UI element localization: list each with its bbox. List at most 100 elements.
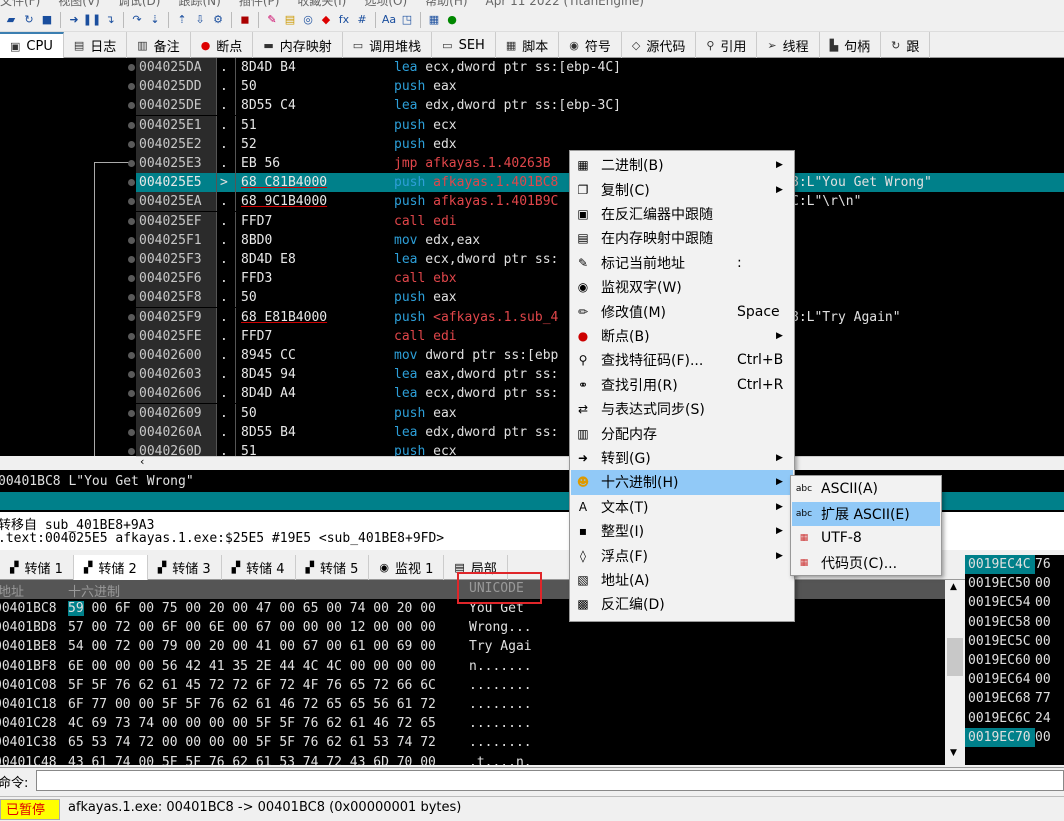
- breakpoint-dot-icon[interactable]: [128, 160, 135, 167]
- menu-item[interactable]: 文件(F): [0, 0, 40, 8]
- disasm-row[interactable]: 004025E1. 51 push ecx: [128, 115, 1064, 135]
- calculator-icon[interactable]: ▦: [427, 13, 441, 27]
- tab-handles[interactable]: ▙ 句柄: [820, 32, 882, 58]
- context-menu-item[interactable]: ▤ 在内存映射中跟随: [571, 226, 793, 250]
- dump-tab[interactable]: ▞ 转储 2: [73, 555, 148, 580]
- breakpoint-dot-icon[interactable]: [128, 256, 135, 263]
- tab-threads[interactable]: ➢ 线程: [757, 32, 820, 58]
- context-menu-item[interactable]: ▪ 整型(I) ▶: [571, 519, 793, 543]
- step-over-icon[interactable]: ↷: [130, 13, 144, 27]
- menu-item[interactable]: 调试(D): [118, 0, 161, 8]
- run-icon[interactable]: ➜: [67, 13, 81, 27]
- scylla-icon[interactable]: ◼: [238, 13, 252, 27]
- scroll-down-icon[interactable]: ▼: [950, 748, 957, 758]
- stack-view[interactable]: 0019EC4C 76 0019EC50 00 0019EC54 00 0019EC58 00…: [965, 555, 1064, 765]
- context-menu-item[interactable]: ☻ 十六进制(H) ▶: [571, 470, 793, 495]
- menu-item[interactable]: 视图(V): [58, 0, 100, 8]
- context-menu-item[interactable]: ✏ 修改值(M) Space: [571, 299, 793, 323]
- breakpoint-dot-icon[interactable]: [128, 64, 135, 71]
- stack-row[interactable]: 0019EC5C 00: [965, 632, 1051, 651]
- stack-row[interactable]: 0019EC50 00: [965, 574, 1051, 593]
- menu-item[interactable]: 跟踪(N): [178, 0, 220, 8]
- context-menu-item[interactable]: ◉ 监视双字(W): [571, 275, 793, 299]
- hash-icon[interactable]: #: [355, 13, 369, 27]
- dump-row[interactable]: 00401C38 65 53 74 72 00 00 00 00 5F 5F 76…: [0, 733, 945, 752]
- note-icon[interactable]: ▤: [283, 13, 297, 27]
- stack-row[interactable]: 0019EC6C 24: [965, 709, 1051, 728]
- globe-icon[interactable]: ●: [445, 13, 459, 27]
- animate-icon[interactable]: ⚙: [211, 13, 225, 27]
- menu-item[interactable]: Apr 11 2022 (TitanEngine): [486, 0, 644, 8]
- breakpoint-dot-icon[interactable]: [128, 332, 135, 340]
- context-menu-item[interactable]: A 文本(T) ▶: [571, 495, 793, 519]
- tab-seh[interactable]: ▭ SEH: [432, 32, 496, 58]
- dump-row[interactable]: 00401C28 4C 69 73 74 00 00 00 00 5F 5F 76…: [0, 714, 945, 733]
- breakpoint-dot-icon[interactable]: [128, 409, 135, 417]
- tab-script[interactable]: ▦ 脚本: [496, 32, 560, 58]
- disasm-row[interactable]: 004025DE. 8D55 C4 lea edx,dword ptr ss:[eb…: [128, 96, 1064, 116]
- disasm-row[interactable]: 004025DA. 8D4D B4 lea ecx,dword ptr ss:[eb…: [128, 58, 1064, 77]
- submenu-item[interactable]: ▦ UTF-8: [792, 526, 940, 551]
- stack-row[interactable]: 0019EC58 00: [965, 613, 1051, 632]
- context-menu-item[interactable]: ⚲ 查找特征码(F)... Ctrl+B: [571, 348, 793, 372]
- context-menu-item[interactable]: ▥ 分配内存: [571, 421, 793, 445]
- dump-tab[interactable]: ▞ 转储 3: [148, 555, 222, 580]
- stop-icon[interactable]: ■: [40, 13, 54, 27]
- submenu-item[interactable]: abc 扩展 ASCII(E): [792, 501, 940, 526]
- tab-source[interactable]: ◇ 源代码: [622, 32, 697, 58]
- breakpoint-dot-icon[interactable]: [128, 313, 135, 321]
- pause-icon[interactable]: ❚❚: [83, 13, 101, 27]
- dump-tab[interactable]: ▞ 转储 5: [296, 555, 370, 580]
- dump-row[interactable]: 00401BD8 57 00 72 00 6F 00 6E 00 67 00 00…: [0, 618, 945, 637]
- menu-item[interactable]: 选项(O): [364, 0, 407, 8]
- disasm-row[interactable]: 004025DD. 50 push eax: [128, 77, 1064, 97]
- context-menu-item[interactable]: ▩ 反汇编(D): [571, 592, 793, 616]
- context-menu-item[interactable]: ◊ 浮点(F) ▶: [571, 543, 793, 567]
- tab-notes[interactable]: ▥ 备注: [127, 32, 191, 58]
- open-icon[interactable]: ▰: [4, 13, 18, 27]
- dump-tab[interactable]: ▞ 转储 4: [222, 555, 296, 580]
- stack-row[interactable]: 0019EC4C 76: [965, 555, 1051, 574]
- menu-item[interactable]: 收藏夹(I): [297, 0, 346, 8]
- submenu-item[interactable]: ▦ 代码页(C)...: [792, 551, 940, 576]
- context-menu-item[interactable]: ➜ 转到(G) ▶: [571, 446, 793, 470]
- stack-row[interactable]: 0019EC68 77: [965, 689, 1051, 708]
- breakpoint-dot-icon[interactable]: [128, 217, 135, 225]
- menu-item[interactable]: 插件(P): [239, 0, 280, 8]
- tab-memory-map[interactable]: ▬ 内存映射: [253, 32, 343, 58]
- selected-byte[interactable]: 59: [68, 601, 84, 616]
- context-menu-item[interactable]: ❐ 复制(C) ▶: [571, 177, 793, 201]
- function-icon[interactable]: fx: [337, 13, 351, 27]
- tab-references[interactable]: ⚲ 引用: [696, 32, 758, 58]
- dump-row[interactable]: 00401BE8 54 00 72 00 79 00 20 00 41 00 67…: [0, 637, 945, 656]
- tab-symbols[interactable]: ◉ 符号: [559, 32, 622, 58]
- execute-till-return-icon[interactable]: ⇣: [148, 13, 162, 27]
- tab-breakpoint[interactable]: ● 断点: [191, 32, 254, 58]
- tab-call-stack[interactable]: ▭ 调用堆栈: [343, 32, 433, 58]
- context-menu-item[interactable]: ● 断点(B) ▶: [571, 324, 793, 348]
- dump-tab[interactable]: ◉ 监视 1: [369, 555, 445, 580]
- breakpoint-dot-icon[interactable]: [128, 352, 135, 359]
- tab-trace[interactable]: ↻ 跟: [881, 32, 931, 58]
- restart-icon[interactable]: ↻: [22, 13, 36, 27]
- context-menu-item[interactable]: ▧ 地址(A): [571, 568, 793, 592]
- dump-tab[interactable]: ▞ 转储 1: [0, 555, 74, 580]
- comment-icon[interactable]: ◎: [301, 13, 315, 27]
- stack-row[interactable]: 0019EC70 00: [965, 727, 1051, 747]
- stack-row[interactable]: 0019EC64 00: [965, 670, 1051, 689]
- patch-icon[interactable]: ✎: [265, 13, 279, 27]
- settings-icon[interactable]: ◳: [400, 13, 414, 27]
- context-menu-item[interactable]: ✎ 标记当前地址:: [571, 251, 793, 275]
- breakpoint-dot-icon[interactable]: [128, 121, 135, 129]
- dump-row[interactable]: 00401C48 43 61 74 00 5F 5F 76 62 61 53 74…: [0, 753, 945, 765]
- step-into-icon[interactable]: ↴: [103, 13, 117, 27]
- trace-into-icon[interactable]: ⇡: [175, 13, 189, 27]
- context-menu-item[interactable]: ⚭ 查找引用(R) Ctrl+R: [571, 373, 793, 397]
- trace-over-icon[interactable]: ⇩: [193, 13, 207, 27]
- bookmark-icon[interactable]: ◆: [319, 13, 333, 27]
- command-input[interactable]: [36, 770, 1064, 791]
- scroll-left-icon[interactable]: ‹: [140, 455, 144, 468]
- dump-row[interactable]: 00401BF8 6E 00 00 00 56 42 41 35 2E 44 4C…: [0, 657, 945, 676]
- submenu-item[interactable]: abc ASCII(A): [792, 477, 940, 502]
- breakpoint-dot-icon[interactable]: [128, 448, 135, 455]
